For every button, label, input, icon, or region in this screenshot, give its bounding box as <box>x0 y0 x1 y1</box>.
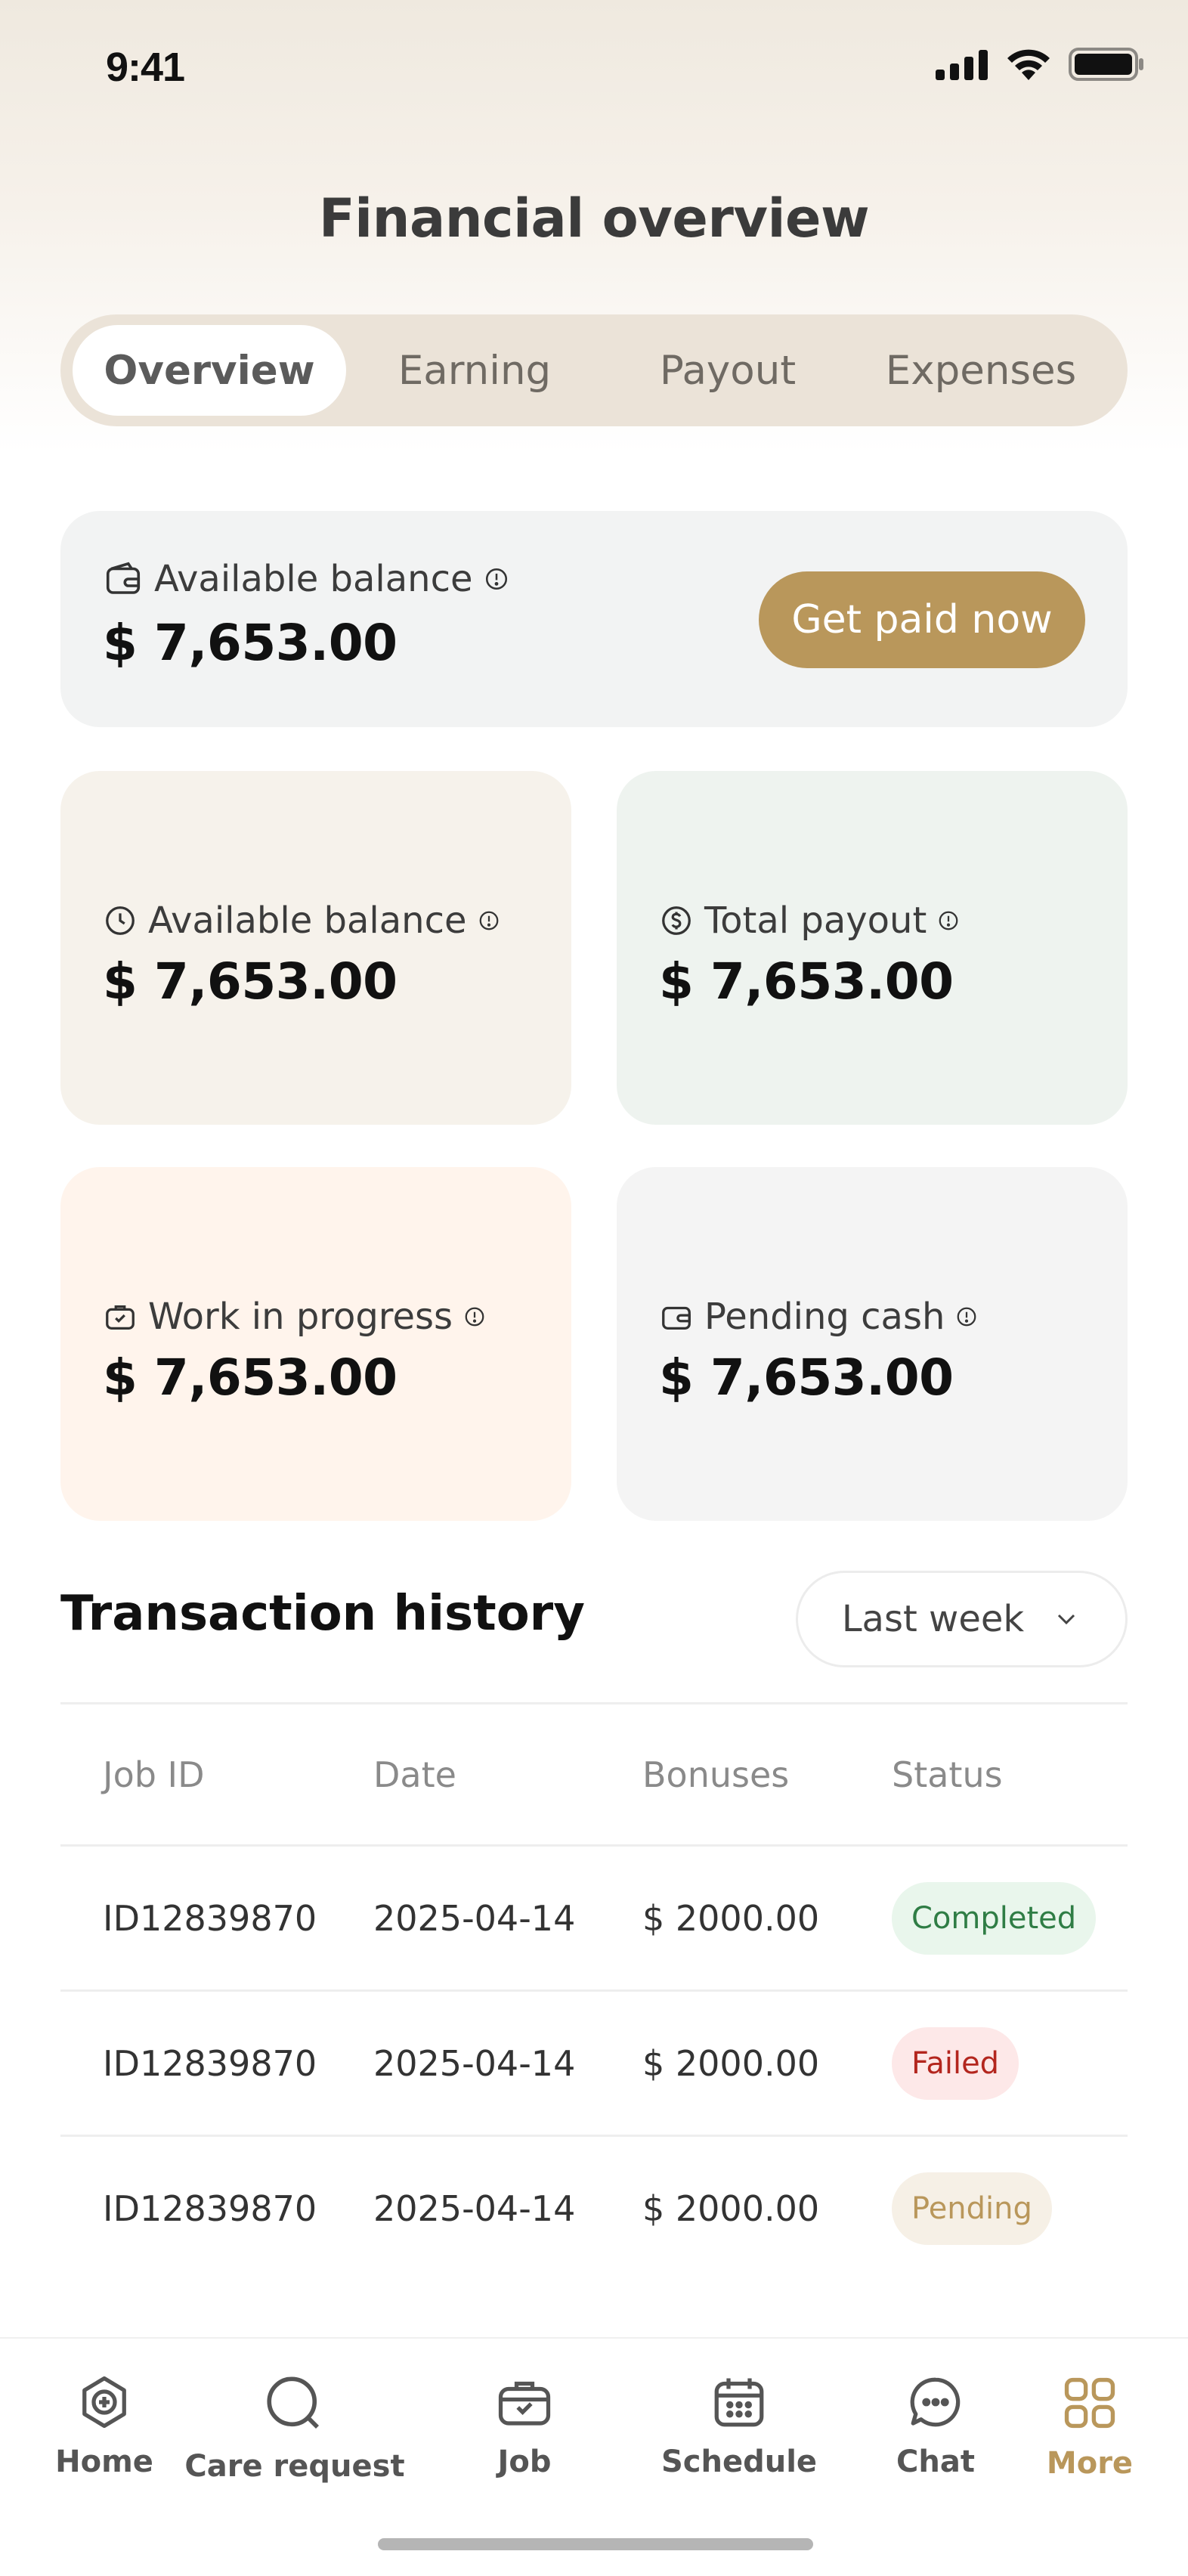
tab-bar: Overview Earning Payout Expenses <box>60 314 1128 426</box>
stat-label: Pending cash <box>704 1296 945 1338</box>
get-paid-now-button[interactable]: Get paid now <box>759 571 1085 668</box>
stat-card-available-balance: Available balance $ 7,653.00 <box>60 771 571 1125</box>
stat-amount: $ 7,653.00 <box>659 952 954 1011</box>
period-filter-dropdown[interactable]: Last week <box>796 1571 1128 1667</box>
tab-expenses[interactable]: Expenses <box>852 325 1109 416</box>
status-badge-completed: Completed <box>892 1881 1097 1955</box>
nav-label: Schedule <box>661 2444 818 2479</box>
available-balance-amount: $ 7,653.00 <box>103 614 398 672</box>
nav-label: Job <box>497 2444 552 2479</box>
transaction-history-title: Transaction history <box>60 1586 585 1642</box>
home-icon <box>82 2376 126 2429</box>
nav-item-care-request[interactable]: Care request <box>184 2370 405 2484</box>
dollar-circle-icon <box>662 906 691 935</box>
job-id-cell: ID12839870 <box>103 1897 317 1939</box>
stat-label: Total payout <box>704 899 927 942</box>
column-header: Date <box>373 1754 456 1795</box>
column-header: Bonuses <box>642 1754 790 1795</box>
chat-icon <box>910 2377 961 2427</box>
info-icon[interactable] <box>937 909 960 932</box>
job-id-cell: ID12839870 <box>103 2187 317 2229</box>
chevron-down-icon <box>1058 1614 1075 1625</box>
column-header: Status <box>892 1754 1003 1795</box>
battery-icon <box>1069 48 1143 81</box>
table-row[interactable]: ID12839870 2025-04-14 $ 2000.00 Failed <box>60 1989 1128 2135</box>
info-icon[interactable] <box>955 1305 978 1328</box>
calendar-icon <box>714 2378 764 2427</box>
stat-amount: $ 7,653.00 <box>659 1348 954 1407</box>
table-row[interactable]: ID12839870 2025-04-14 $ 2000.00 Pending <box>60 2135 1128 2280</box>
stat-card-work-in-progress: Work in progress $ 7,653.00 <box>60 1167 571 1521</box>
page-title: Financial overview <box>318 187 870 249</box>
nav-label: Home <box>55 2444 153 2479</box>
clock-icon <box>106 906 135 935</box>
info-icon[interactable] <box>463 1305 486 1328</box>
wifi-icon <box>1007 49 1050 80</box>
date-cell: 2025-04-14 <box>373 1897 576 1939</box>
transaction-table: Job ID Date Bonuses Status ID12839870 20… <box>60 1702 1128 2280</box>
period-filter-label: Last week <box>841 1598 1025 1640</box>
wallet-icon <box>662 1306 691 1330</box>
nav-label: More <box>1046 2446 1134 2481</box>
job-id-cell: ID12839870 <box>103 2042 317 2084</box>
info-icon[interactable] <box>478 909 500 932</box>
stat-card-pending-cash: Pending cash $ 7,653.00 <box>617 1167 1128 1521</box>
bonus-cell: $ 2000.00 <box>642 2187 820 2229</box>
nav-label: Care request <box>184 2449 405 2484</box>
nav-item-job[interactable]: Job <box>464 2370 585 2479</box>
nav-item-schedule[interactable]: Schedule <box>648 2370 830 2479</box>
wallet-icon <box>106 562 141 594</box>
home-indicator <box>378 2538 813 2550</box>
column-header: Job ID <box>103 1754 205 1795</box>
stat-card-total-payout: Total payout $ 7,653.00 <box>617 771 1128 1125</box>
grid-icon <box>1064 2377 1115 2429</box>
nav-item-more[interactable]: More <box>1029 2370 1150 2481</box>
nav-item-home[interactable]: Home <box>44 2370 165 2479</box>
stat-amount: $ 7,653.00 <box>103 1348 398 1407</box>
status-badge-failed: Failed <box>892 2026 1019 2100</box>
briefcase-icon <box>498 2381 551 2426</box>
briefcase-icon <box>106 1305 135 1330</box>
nav-item-chat[interactable]: Chat <box>875 2370 996 2479</box>
date-cell: 2025-04-14 <box>373 2187 576 2229</box>
available-balance-label: Available balance <box>154 558 473 600</box>
tab-overview[interactable]: Overview <box>73 325 346 416</box>
info-icon[interactable] <box>484 566 509 592</box>
available-balance-card: Available balance $ 7,653.00 Get paid no… <box>60 511 1128 727</box>
bonus-cell: $ 2000.00 <box>642 2042 820 2084</box>
date-cell: 2025-04-14 <box>373 2042 576 2084</box>
status-badge-pending: Pending <box>892 2172 1052 2245</box>
nav-label: Chat <box>896 2444 975 2479</box>
tab-earning[interactable]: Earning <box>346 325 603 416</box>
signal-icon <box>936 50 988 80</box>
table-header-row: Job ID Date Bonuses Status <box>60 1702 1128 1844</box>
status-icons <box>936 47 1144 82</box>
table-row[interactable]: ID12839870 2025-04-14 $ 2000.00 Complete… <box>60 1844 1128 1989</box>
tab-payout[interactable]: Payout <box>603 325 852 416</box>
stat-label: Work in progress <box>148 1296 453 1338</box>
search-icon <box>267 2376 319 2429</box>
status-time: 9:41 <box>106 45 185 90</box>
stat-amount: $ 7,653.00 <box>103 952 398 1011</box>
stat-label: Available balance <box>148 899 467 942</box>
bonus-cell: $ 2000.00 <box>642 1897 820 1939</box>
